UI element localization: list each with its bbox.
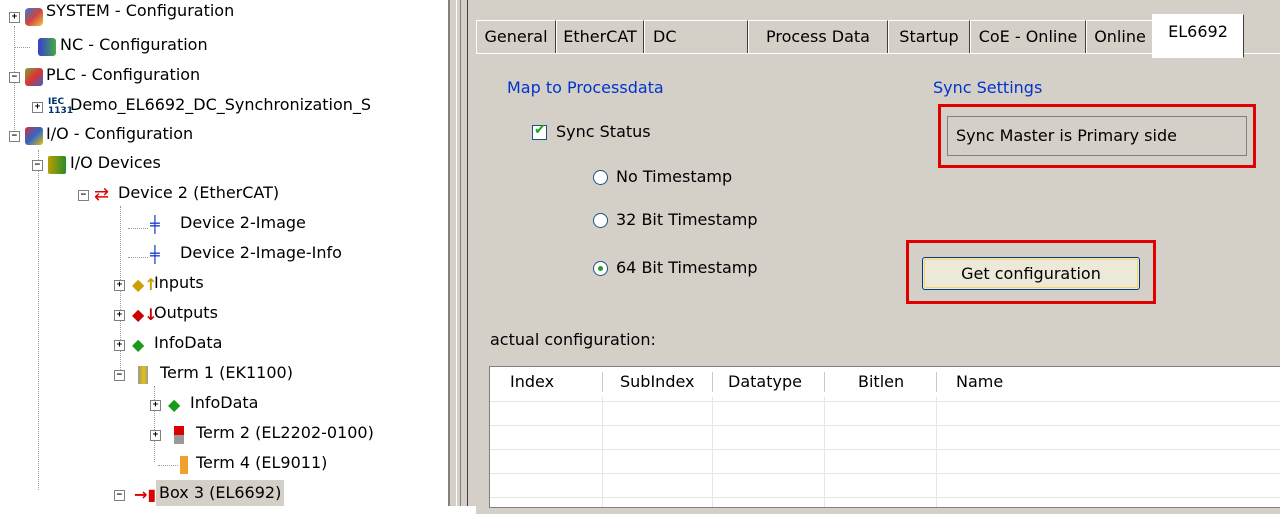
tree-item-label: Device 2 (EtherCAT) — [118, 183, 280, 202]
tree-line — [38, 150, 39, 490]
device-image-icon: ╪ — [150, 215, 160, 234]
collapse-icon[interactable]: − — [78, 190, 89, 201]
tree-line — [128, 257, 148, 258]
solution-tree[interactable]: + SYSTEM - Configuration NC - Configurat… — [0, 0, 448, 506]
tab-coe-online[interactable]: CoE - Online — [970, 20, 1086, 54]
tab-process-data[interactable]: Process Data — [748, 20, 888, 54]
timestamp-32bit-label: 32 Bit Timestamp — [616, 210, 758, 229]
sync-status-label: Sync Status — [556, 122, 651, 141]
get-configuration-label: Get configuration — [961, 264, 1101, 283]
tree-item-label: Device 2-Image — [180, 213, 306, 232]
tree-item-label: InfoData — [154, 333, 223, 352]
tree-item-label: SYSTEM - Configuration — [46, 1, 235, 20]
tree-item-label: Device 2-Image-Info — [180, 243, 342, 262]
tree-item-label: Box 3 (EL6692) — [156, 480, 285, 506]
grid-line — [602, 397, 603, 507]
timestamp-32bit-radio[interactable] — [593, 213, 608, 228]
collapse-icon[interactable]: − — [114, 370, 125, 381]
tree-item-label: Inputs — [154, 273, 204, 292]
column-header-bitlen[interactable]: Bitlen — [858, 367, 905, 397]
pane-splitter[interactable] — [448, 0, 468, 506]
tab-startup[interactable]: Startup — [888, 20, 970, 54]
column-separator[interactable] — [824, 372, 825, 392]
grid-line — [490, 449, 1280, 450]
bridge-box-icon: →▮ — [134, 485, 157, 504]
terminal-coupler-icon — [138, 366, 148, 384]
collapse-icon[interactable]: − — [32, 160, 43, 171]
collapse-icon[interactable]: − — [9, 72, 20, 83]
column-header-datatype[interactable]: Datatype — [728, 367, 802, 397]
tree-item-label: Term 4 (EL9011) — [196, 453, 328, 472]
infodata-icon: ◆ — [132, 335, 145, 354]
tree-line — [14, 47, 30, 48]
grid-line — [712, 397, 713, 507]
column-separator[interactable] — [602, 372, 603, 392]
tree-line — [128, 228, 148, 229]
expand-icon[interactable]: + — [114, 280, 125, 291]
column-separator[interactable] — [712, 372, 713, 392]
tab-dc[interactable]: DC — [644, 20, 748, 54]
grid-line — [490, 473, 1280, 474]
configuration-table[interactable]: Index SubIndex Datatype Bitlen Name — [489, 366, 1280, 508]
io-config-icon — [25, 127, 43, 145]
grid-line — [490, 401, 1280, 402]
actual-configuration-label: actual configuration: — [490, 330, 656, 349]
tab-el6692[interactable]: EL6692 — [1152, 14, 1244, 58]
column-separator[interactable] — [936, 372, 937, 392]
get-configuration-button[interactable]: Get configuration — [922, 257, 1140, 290]
outputs-icon: ◆↓ — [132, 305, 158, 324]
tree-item-label: I/O Devices — [70, 153, 161, 172]
system-config-icon — [25, 8, 43, 26]
device-image-info-icon: ╪ — [150, 245, 160, 264]
terminal-end-icon — [180, 456, 188, 474]
iec-project-icon: IEC 1131 — [48, 97, 74, 116]
column-header-subindex[interactable]: SubIndex — [620, 367, 695, 397]
collapse-icon[interactable]: − — [9, 131, 20, 142]
tree-line — [154, 386, 155, 462]
grid-line — [490, 497, 1280, 498]
expand-icon[interactable]: + — [9, 12, 20, 23]
expand-icon[interactable]: + — [114, 340, 125, 351]
inputs-icon: ◆↑ — [132, 275, 158, 294]
expand-icon[interactable]: + — [150, 400, 161, 411]
infodata-icon: ◆ — [168, 395, 181, 414]
tree-item-label: NC - Configuration — [60, 35, 208, 54]
tree-line — [158, 465, 178, 466]
tree-item-label: Demo_EL6692_DC_Synchronization_S — [70, 95, 372, 114]
tab-ethercat[interactable]: EtherCAT — [556, 20, 644, 54]
tree-item-label: Term 2 (EL2202-0100) — [196, 423, 374, 442]
grid-line — [936, 397, 937, 507]
expand-icon[interactable]: + — [32, 102, 43, 113]
sync-status-checkbox[interactable] — [532, 122, 547, 140]
nc-config-icon — [38, 38, 56, 56]
tab-general[interactable]: General — [476, 20, 556, 54]
no-timestamp-radio[interactable] — [593, 170, 608, 185]
timestamp-64bit-label: 64 Bit Timestamp — [616, 258, 758, 277]
tree-item-label: InfoData — [190, 393, 259, 412]
column-header-name[interactable]: Name — [956, 367, 1004, 397]
sync-settings-title: Sync Settings — [933, 78, 1043, 97]
properties-pane: General EtherCAT DC Process Data Startup… — [468, 0, 1280, 514]
io-devices-icon — [48, 156, 66, 174]
tree-item-label: I/O - Configuration — [46, 124, 194, 143]
tree-item-label: PLC - Configuration — [46, 65, 201, 84]
map-processdata-title: Map to Processdata — [507, 78, 664, 97]
no-timestamp-label: No Timestamp — [616, 167, 733, 186]
expand-icon[interactable]: + — [150, 430, 161, 441]
timestamp-64bit-radio[interactable] — [593, 261, 608, 276]
column-header-index[interactable]: Index — [510, 367, 555, 397]
tab-online[interactable]: Online — [1086, 20, 1154, 54]
terminal-output-icon — [174, 426, 184, 444]
tree-item-label: Outputs — [154, 303, 218, 322]
tree-item-label: Term 1 (EK1100) — [160, 363, 293, 382]
ethercat-device-icon: ⇄ — [94, 184, 110, 205]
sync-master-field: Sync Master is Primary side — [947, 116, 1247, 156]
grid-line — [824, 397, 825, 507]
collapse-icon[interactable]: − — [114, 490, 125, 501]
expand-icon[interactable]: + — [114, 310, 125, 321]
grid-line — [490, 425, 1280, 426]
plc-config-icon — [25, 68, 43, 86]
